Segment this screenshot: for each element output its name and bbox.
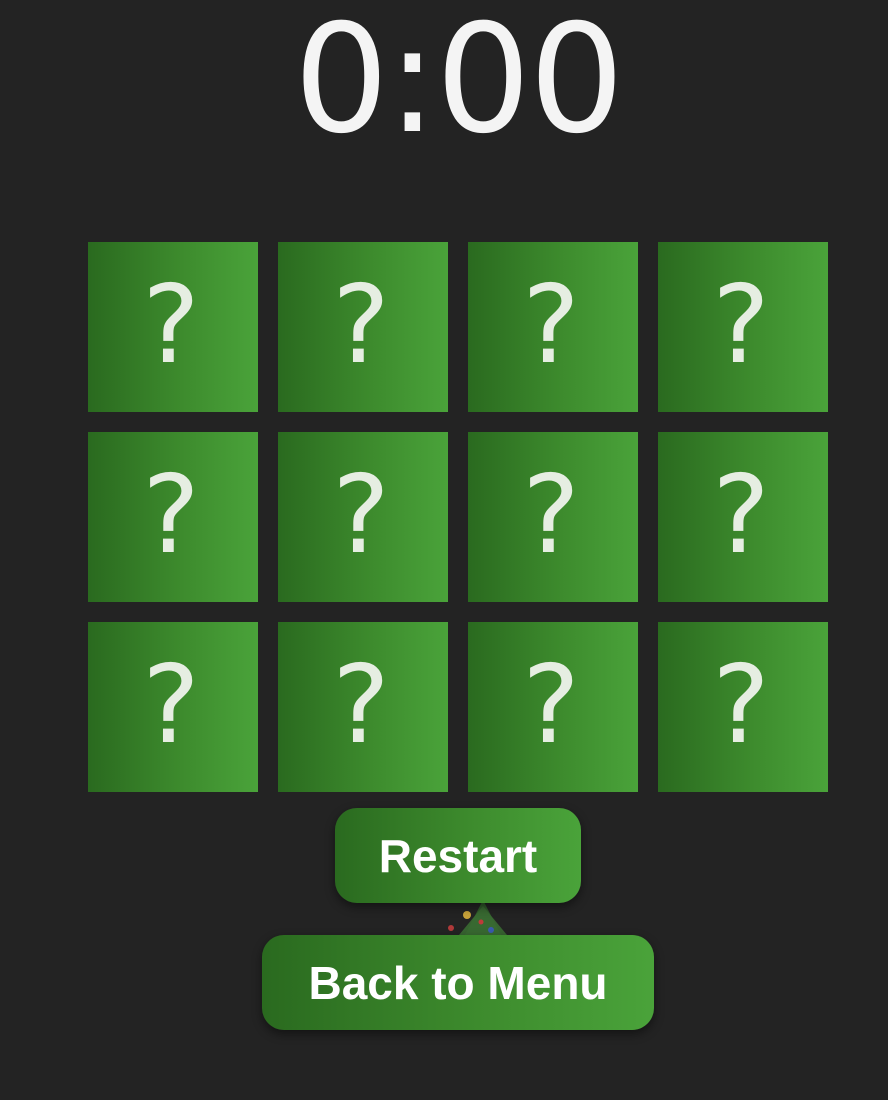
card-face: ? bbox=[332, 263, 390, 388]
card-face: ? bbox=[332, 643, 390, 768]
back-to-menu-button[interactable]: Back to Menu bbox=[262, 935, 654, 1030]
card-face: ? bbox=[332, 453, 390, 578]
memory-card[interactable]: ? bbox=[658, 432, 828, 602]
memory-card[interactable]: ? bbox=[468, 622, 638, 792]
memory-card[interactable]: ? bbox=[658, 622, 828, 792]
card-face: ? bbox=[712, 453, 770, 578]
christmas-tree-icon bbox=[448, 900, 507, 935]
card-face: ? bbox=[142, 263, 200, 388]
restart-button[interactable]: Restart bbox=[335, 808, 581, 903]
memory-card[interactable]: ? bbox=[88, 622, 258, 792]
memory-card[interactable]: ? bbox=[278, 242, 448, 412]
memory-card[interactable]: ? bbox=[278, 622, 448, 792]
memory-card[interactable]: ? bbox=[468, 432, 638, 602]
card-face: ? bbox=[522, 263, 580, 388]
memory-card[interactable]: ? bbox=[658, 242, 828, 412]
timer-display: 0:00 bbox=[293, 0, 625, 167]
card-face: ? bbox=[712, 263, 770, 388]
card-face: ? bbox=[712, 643, 770, 768]
card-face: ? bbox=[522, 453, 580, 578]
memory-card[interactable]: ? bbox=[88, 242, 258, 412]
memory-card[interactable]: ? bbox=[88, 432, 258, 602]
card-face: ? bbox=[142, 453, 200, 578]
card-face: ? bbox=[142, 643, 200, 768]
card-grid: ? ? ? ? ? ? ? ? ? ? ? ? bbox=[88, 242, 828, 792]
card-face: ? bbox=[522, 643, 580, 768]
memory-card[interactable]: ? bbox=[468, 242, 638, 412]
memory-card[interactable]: ? bbox=[278, 432, 448, 602]
